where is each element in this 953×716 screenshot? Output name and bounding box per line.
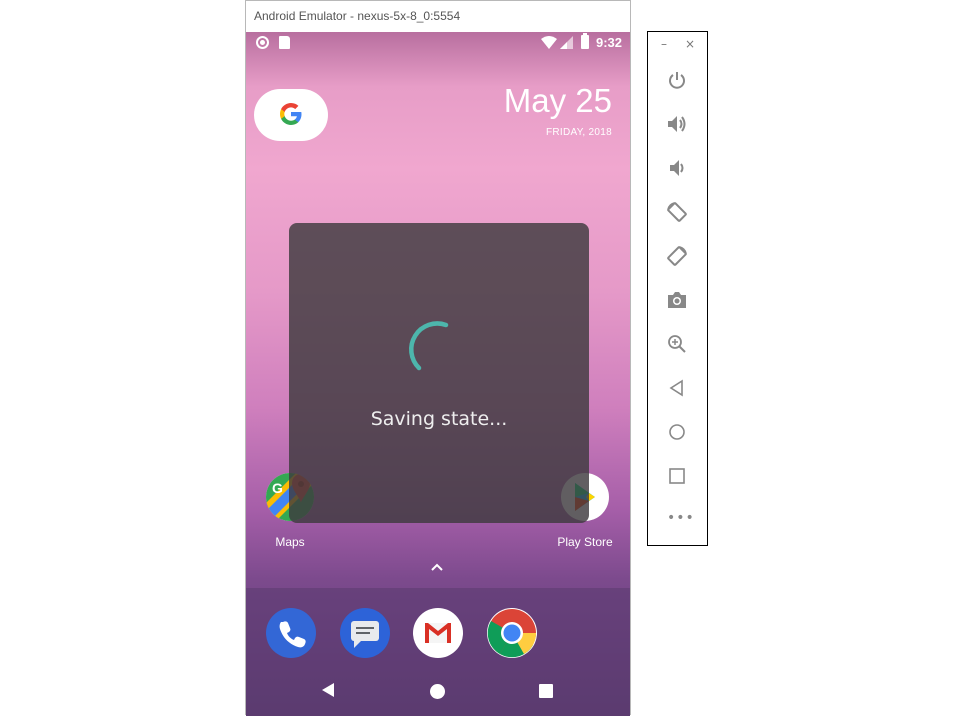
close-button[interactable]: × [685,37,695,51]
phone-app-icon[interactable] [266,608,316,658]
loading-spinner-icon [409,321,449,371]
home-icon[interactable] [430,684,445,699]
sd-card-icon [279,36,290,49]
messages-app-icon[interactable] [340,608,390,658]
screenshot-button[interactable] [664,287,690,313]
navigation-bar [246,670,630,716]
status-bar: 9:32 [246,32,630,54]
volume-down-button[interactable] [664,155,690,181]
gmail-app-icon[interactable] [413,608,463,658]
home-circle-icon [669,424,685,440]
overview-square-icon [669,468,685,484]
status-time: 9:32 [596,35,623,50]
volume-up-icon [668,116,686,132]
google-g-icon [280,103,302,125]
title-bar[interactable]: Android Emulator - nexus-5x-8_0:5554 [246,1,630,32]
volume-down-icon [670,160,684,176]
wifi-icon [541,36,557,49]
rotate-left-button[interactable] [664,199,690,225]
cell-signal-icon [560,36,573,49]
rotate-right-icon [667,246,687,266]
zoom-button[interactable] [664,331,690,357]
window-title: Android Emulator - nexus-5x-8_0:5554 [254,9,461,23]
emulator-window: Android Emulator - nexus-5x-8_0:5554 9:3… [245,0,631,716]
rotate-left-icon [667,202,687,222]
back-button[interactable] [664,375,690,401]
home-button[interactable] [664,419,690,445]
saving-state-dialog: Saving state... [289,223,589,523]
svg-text:G: G [272,480,283,496]
app-label-maps: Maps [275,535,305,549]
more-options-button[interactable]: ••• [667,510,695,526]
power-button[interactable] [664,67,690,93]
back-icon[interactable] [322,683,334,697]
notification-circle-icon [256,36,269,49]
power-icon [669,72,685,89]
camera-icon [668,292,686,308]
date-widget-day-year: FRIDAY, 2018 [545,127,612,138]
chrome-app-icon[interactable] [487,608,537,658]
overview-button[interactable] [664,463,690,489]
recents-icon[interactable] [539,684,553,698]
rotate-right-button[interactable] [664,243,690,269]
app-label-play-store: Play Store [557,535,613,549]
battery-icon [581,33,589,49]
back-triangle-icon [669,379,683,397]
date-widget-date[interactable]: May 25 [504,82,612,120]
saving-state-message: Saving state... [370,408,508,430]
emulator-side-toolbar: – × ••• [647,31,708,546]
chevron-up-icon[interactable] [430,562,444,572]
volume-up-button[interactable] [664,111,690,137]
minimize-button[interactable]: – [661,37,667,51]
device-screen[interactable]: 9:32 May 25 FRIDAY, 2018 G Maps Play Sto… [246,32,630,716]
google-search-widget[interactable] [254,89,328,141]
zoom-in-icon [668,335,686,353]
